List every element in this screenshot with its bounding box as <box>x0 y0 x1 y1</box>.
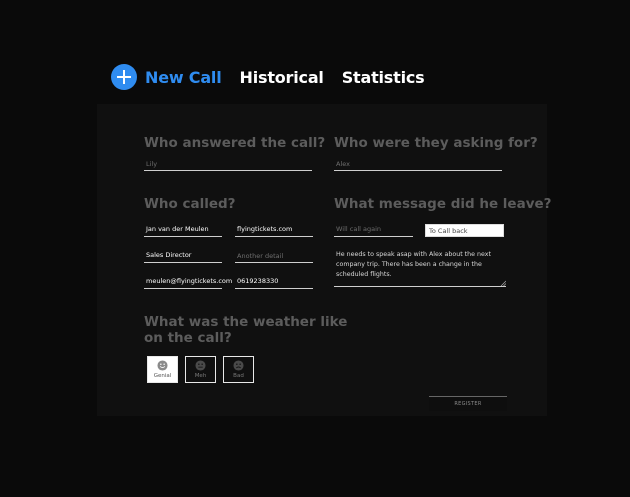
sad-face-icon <box>233 360 244 371</box>
plus-circle-icon[interactable] <box>111 64 137 90</box>
weather-question-line1: What was the weather like <box>144 314 348 330</box>
message-text: He needs to speak asap with Alex about t… <box>336 251 491 278</box>
weather-genial-button[interactable]: Genial <box>147 356 178 383</box>
message-question: What message did he leave? <box>334 196 552 212</box>
tab-statistics[interactable]: Statistics <box>342 68 425 87</box>
register-button[interactable]: REGISTER <box>429 396 507 411</box>
weather-meh-button[interactable]: Meh <box>185 356 216 383</box>
weather-bad-label: Bad <box>233 373 244 379</box>
asking-for-question: Who were they asking for? <box>334 135 538 151</box>
tab-historical[interactable]: Historical <box>240 68 324 87</box>
weather-bad-button[interactable]: Bad <box>223 356 254 383</box>
caller-name-field[interactable]: Jan van der Meulen <box>144 225 222 237</box>
resize-handle-icon[interactable] <box>500 280 506 286</box>
caller-question: Who called? <box>144 196 236 212</box>
asking-for-input[interactable] <box>334 159 502 171</box>
caller-role-field[interactable]: Sales Director <box>144 251 222 263</box>
answered-input[interactable] <box>144 159 312 171</box>
weather-genial-label: Genial <box>153 373 172 379</box>
will-call-again-option[interactable]: Will call again <box>334 225 413 237</box>
answered-question: Who answered the call? <box>144 135 326 151</box>
call-back-option[interactable]: To Call back <box>425 224 504 237</box>
caller-other-field[interactable] <box>235 251 313 263</box>
caller-company-field[interactable]: flyingtickets.com <box>235 225 313 237</box>
weather-meh-label: Meh <box>194 373 207 379</box>
caller-email-field[interactable]: meulen@flyingtickets.com <box>144 277 232 289</box>
smile-face-icon <box>157 360 168 371</box>
neutral-face-icon <box>195 360 206 371</box>
top-nav: New Call Historical Statistics <box>111 63 442 91</box>
tab-new-call[interactable]: New Call <box>145 68 222 87</box>
weather-question-line2: on the call? <box>144 330 232 346</box>
caller-phone-field[interactable]: 0619238330 <box>235 277 313 289</box>
weather-question: What was the weather like on the call? <box>144 314 347 346</box>
message-textarea[interactable]: He needs to speak asap with Alex about t… <box>334 247 506 287</box>
